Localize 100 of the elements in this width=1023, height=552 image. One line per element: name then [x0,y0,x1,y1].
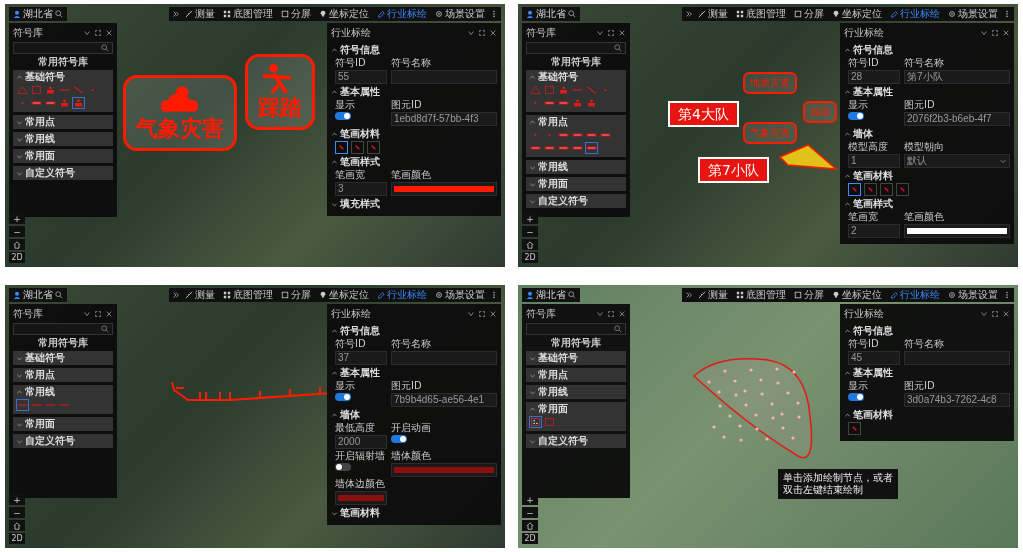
more-icon[interactable] [1003,10,1011,18]
toolbar-button[interactable]: 测量 [695,289,731,301]
toolbar-button[interactable]: 行业标绘 [374,8,430,20]
home-button[interactable] [522,239,538,250]
close-icon[interactable] [618,29,626,37]
expand-icon[interactable] [607,29,615,37]
figure-symbol[interactable] [585,97,598,109]
text-field[interactable]: 28 [848,70,900,84]
group-header[interactable]: 自定义符号 [16,167,75,179]
section-header[interactable]: 基本属性 [331,367,380,379]
more-icon[interactable] [490,291,498,299]
group-header[interactable]: 常用点 [529,116,568,128]
chevron-down-icon[interactable] [596,29,604,37]
group-header[interactable]: 自定义符号 [16,435,75,447]
view-mode-button[interactable]: 2D [9,252,25,263]
toolbar-button[interactable]: 测量 [182,289,218,301]
material-swatch[interactable] [896,183,909,196]
text-field[interactable]: 第7小队 [904,70,1010,84]
group-header[interactable]: 常用点 [16,116,55,128]
toolbar-button[interactable]: 行业标绘 [887,289,943,301]
toolbar-button[interactable]: 底图管理 [220,289,276,301]
toggle-switch[interactable] [391,435,407,443]
figure-symbol[interactable] [557,84,570,96]
figure-symbol[interactable] [571,97,584,109]
location-button[interactable]: 湖北省 [9,7,67,21]
toolbar-button[interactable]: 测量 [182,8,218,20]
toggle-switch[interactable] [848,112,864,120]
toggle-switch[interactable] [335,463,351,471]
figure-symbol[interactable] [58,97,71,109]
section-header[interactable]: 笔画材料 [331,507,380,519]
close-icon[interactable] [489,310,497,318]
text-field[interactable]: 55 [335,70,387,84]
zoom-out-button[interactable]: − [522,507,538,518]
group-header[interactable]: 自定义符号 [529,435,588,447]
material-swatch[interactable] [864,183,877,196]
section-header[interactable]: 填充样式 [331,198,380,210]
material-swatch[interactable] [848,183,861,196]
dotted-area-symbol[interactable] [529,416,542,428]
expand-icon[interactable] [94,310,102,318]
square-symbol[interactable] [30,84,43,96]
zoom-in-button[interactable]: + [522,494,538,505]
chevron-down-icon[interactable] [83,29,91,37]
zoom-in-button[interactable]: + [522,213,538,224]
zoom-out-button[interactable]: − [9,226,25,237]
select-field[interactable]: 默认 [904,154,1010,168]
expand-icon[interactable] [991,310,999,318]
toolbar-button[interactable]: 场景设置 [945,8,1001,20]
more-icon[interactable] [490,10,498,18]
group-header[interactable]: 常用线 [16,133,55,145]
collapse-icon[interactable] [685,291,693,299]
close-icon[interactable] [489,29,497,37]
toolbar-button[interactable]: 分屏 [278,8,314,20]
figure-symbol[interactable] [44,84,57,96]
square-symbol[interactable] [543,84,556,96]
section-header[interactable]: 符号信息 [331,44,380,56]
section-header[interactable]: 符号信息 [331,325,380,337]
toolbar-button[interactable]: 行业标绘 [374,289,430,301]
location-button[interactable]: 湖北省 [522,288,580,302]
group-header[interactable]: 常用点 [16,369,55,381]
group-header[interactable]: 常用面 [16,150,55,162]
group-header[interactable]: 常用线 [529,161,568,173]
square-symbol[interactable] [543,416,556,428]
group-header[interactable]: 基础符号 [16,71,65,83]
group-header[interactable]: 常用面 [16,418,55,430]
toolbar-button[interactable]: 场景设置 [945,289,1001,301]
zoom-out-button[interactable]: − [522,226,538,237]
chevron-down-icon[interactable] [980,310,988,318]
group-header[interactable]: 常用线 [529,386,568,398]
text-field[interactable]: 7b9b4d65-ae56-4e1 [391,393,497,407]
toolbar-button[interactable]: 场景设置 [432,8,488,20]
section-header[interactable]: 笔画材料 [844,409,893,421]
section-header[interactable]: 基本属性 [844,86,893,98]
bar-symbol[interactable] [585,142,598,154]
material-swatch[interactable] [848,422,861,435]
toolbar-button[interactable]: 坐标定位 [829,289,885,301]
zoom-in-button[interactable]: + [9,213,25,224]
text-field[interactable]: 2 [848,224,900,238]
text-field[interactable]: 1 [848,154,900,168]
color-field[interactable] [904,224,1010,238]
toolbar-button[interactable]: 测量 [695,8,731,20]
zoom-in-button[interactable]: + [9,494,25,505]
material-swatch[interactable] [880,183,893,196]
section-header[interactable]: 墙体 [844,128,873,140]
expand-icon[interactable] [478,29,486,37]
toggle-switch[interactable] [335,393,351,401]
more-icon[interactable] [1003,291,1011,299]
toolbar-button[interactable]: 底图管理 [220,8,276,20]
material-swatch[interactable] [335,141,348,154]
chevron-down-icon[interactable] [467,310,475,318]
section-header[interactable]: 墙体 [331,409,360,421]
home-button[interactable] [9,239,25,250]
collapse-icon[interactable] [172,291,180,299]
text-field[interactable] [391,70,497,84]
search-field[interactable] [526,323,626,335]
text-field[interactable]: 3 [335,182,387,196]
section-header[interactable]: 笔画样式 [844,198,893,210]
text-field[interactable]: 45 [848,351,900,365]
section-header[interactable]: 符号信息 [844,44,893,56]
home-button[interactable] [522,520,538,531]
triangle-symbol[interactable] [529,84,542,96]
